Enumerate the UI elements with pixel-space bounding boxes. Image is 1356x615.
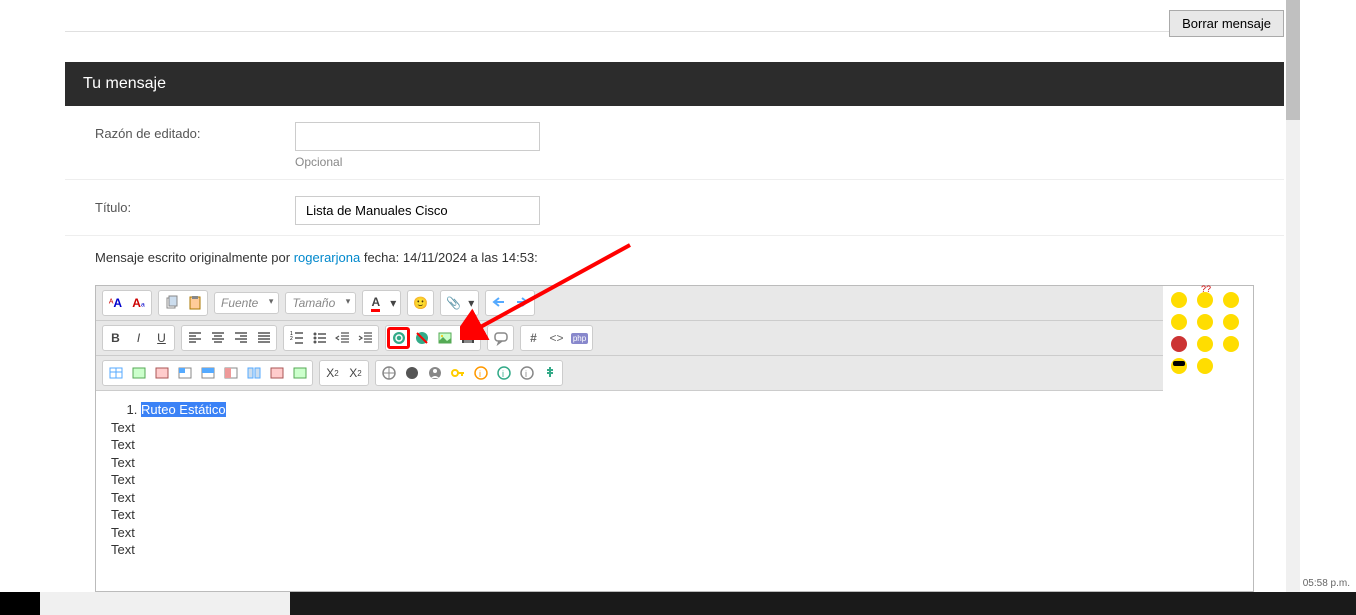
subscript-button[interactable]: X2 [321,362,344,384]
smiley-neutral-icon[interactable] [1223,292,1239,308]
smiley-sad-icon[interactable] [1223,314,1239,330]
php-button[interactable]: php [568,327,591,349]
edit-reason-hint: Opcional [295,155,1254,169]
page-scrollbar[interactable] [1286,0,1300,592]
system-clock: 05:58 p.m. [1303,578,1350,589]
scroll-thumb[interactable] [1286,0,1300,120]
redo-button[interactable] [510,292,533,314]
italic-button[interactable]: I [127,327,150,349]
table-button[interactable] [104,362,127,384]
smiley-question-icon[interactable]: ?? [1197,292,1213,308]
bold-button[interactable]: B [104,327,127,349]
align-center-button[interactable] [206,327,229,349]
unlink-button[interactable] [410,327,433,349]
taskbar [0,592,1356,615]
title-input[interactable] [295,196,540,225]
cell-props-button[interactable] [288,362,311,384]
author-link[interactable]: rogerarjona [294,250,361,265]
image-button[interactable] [433,327,456,349]
editor-toolbar-row-3: X2 X2 i i i [96,356,1163,391]
marker-button[interactable] [538,362,561,384]
align-left-button[interactable] [183,327,206,349]
original-message-meta: Mensaje escrito originalmente por rogera… [65,236,1284,275]
edit-reason-input[interactable] [295,122,540,151]
emoji-button[interactable]: 🙂 [409,292,432,314]
underline-button[interactable]: U [150,327,173,349]
svg-text:i: i [525,369,527,379]
key-button[interactable] [446,362,469,384]
edit-reason-label: Razón de editado: [95,122,275,141]
globe-button[interactable] [377,362,400,384]
svg-text:i: i [502,369,504,379]
text-line: Text [111,436,1148,454]
smiley-laugh-icon[interactable] [1197,358,1213,374]
panel-title: Tu mensaje [65,62,1284,106]
editor-toolbar-row-2: B I U 12 [96,321,1163,356]
smiley-tongue-icon[interactable] [1197,336,1213,352]
text-line: Text [111,471,1148,489]
info-orange-button[interactable]: i [469,362,492,384]
text-line: Text [111,506,1148,524]
svg-text:i: i [479,369,481,379]
quote-button[interactable] [489,327,512,349]
col-button[interactable] [219,362,242,384]
selected-text: Ruteo Estático [141,402,226,417]
paste-button[interactable] [183,292,206,314]
link-button[interactable] [387,327,410,349]
table-delete-button[interactable] [150,362,173,384]
text-line: Text [111,489,1148,507]
dark-circle-button[interactable] [400,362,423,384]
person-button[interactable] [423,362,446,384]
delete-message-button[interactable]: Borrar mensaje [1169,10,1284,37]
smiley-smile-icon[interactable] [1171,292,1187,308]
text-color-button[interactable]: A [364,292,387,314]
attachment-dropdown[interactable]: ▾ [465,292,477,314]
undo-button[interactable] [487,292,510,314]
text-color-dropdown[interactable]: ▾ [387,292,399,314]
split-button[interactable] [242,362,265,384]
svg-text:2: 2 [290,336,293,342]
align-justify-button[interactable] [252,327,275,349]
smiley-happy-icon[interactable] [1171,314,1187,330]
hash-button[interactable]: # [522,327,545,349]
attachment-button[interactable]: 📎 [442,292,465,314]
editor-content[interactable]: Ruteo Estático Text Text Text Text Text … [96,391,1163,591]
superscript-button[interactable]: X2 [344,362,367,384]
text-line: Text [111,454,1148,472]
copy-button[interactable] [160,292,183,314]
unordered-list-button[interactable] [308,327,331,349]
cell-button[interactable] [173,362,196,384]
text-line: Text [111,541,1148,559]
editor-toolbar-row-1: ᴬA Aₐ Fuente Tamaño A ▾ [96,286,1163,321]
font-case-alt-button[interactable]: Aₐ [127,292,150,314]
outdent-button[interactable] [331,327,354,349]
title-label: Título: [95,196,275,215]
info-gray-button[interactable]: i [515,362,538,384]
smiley-wink-icon[interactable] [1223,336,1239,352]
indent-button[interactable] [354,327,377,349]
row-button[interactable] [196,362,219,384]
info-teal-button[interactable]: i [492,362,515,384]
ordered-list-button[interactable]: 12 [285,327,308,349]
font-select[interactable]: Fuente [214,292,279,314]
smiley-grin-icon[interactable] [1197,314,1213,330]
size-select[interactable]: Tamaño [285,292,356,314]
table-insert-button[interactable] [127,362,150,384]
smiley-panel: ?? [1163,286,1253,380]
smiley-cool-icon[interactable] [1171,358,1187,374]
align-right-button[interactable] [229,327,252,349]
text-line: Text [111,524,1148,542]
smiley-angry-icon[interactable] [1171,336,1187,352]
video-button[interactable] [456,327,479,349]
merge-button[interactable] [265,362,288,384]
code-button[interactable]: <> [545,327,568,349]
text-line: Text [111,419,1148,437]
font-case-button[interactable]: ᴬA [104,292,127,314]
